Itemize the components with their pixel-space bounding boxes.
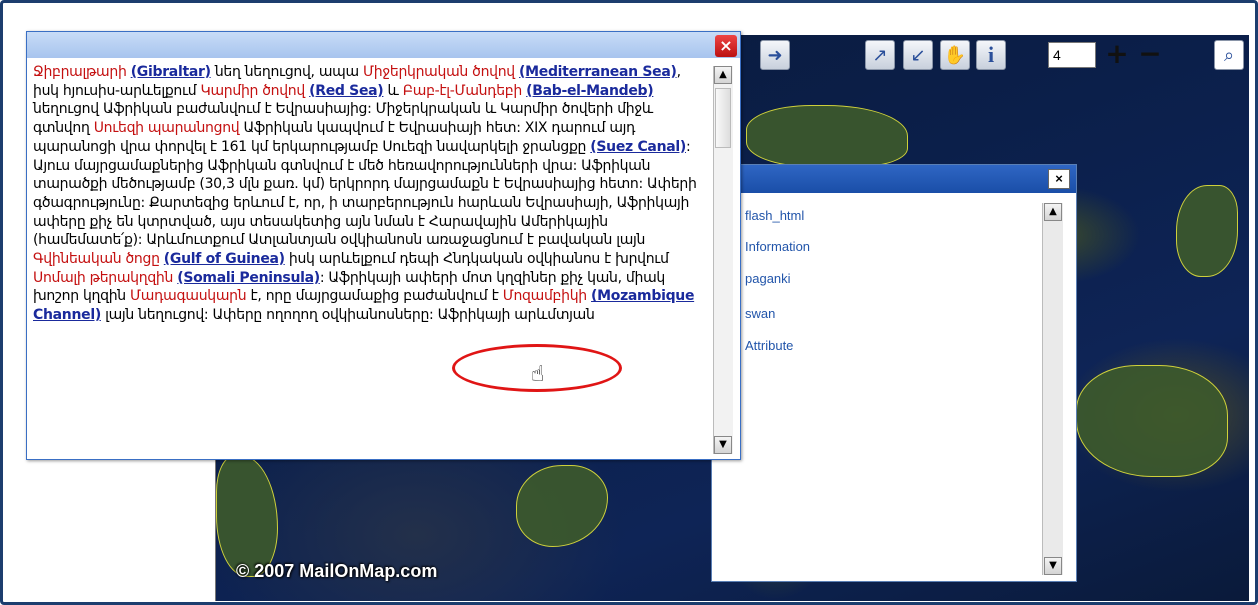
zoom-out-icon[interactable]: ↙ [903, 40, 933, 70]
pan-hand-icon[interactable]: ✋ [940, 40, 970, 70]
glossary-link[interactable]: (Somali Peninsula) [177, 270, 320, 286]
hand-cursor-icon: ☝ [531, 362, 545, 387]
scroll-thumb[interactable] [715, 88, 731, 148]
map-landmass [1076, 365, 1228, 477]
layer-item[interactable]: Attribute [745, 338, 793, 353]
scroll-up-icon[interactable]: ▲ [714, 66, 732, 84]
scroll-up-icon[interactable]: ▲ [1044, 203, 1062, 221]
layer-item[interactable]: flash_html [745, 208, 804, 223]
arrow-forward-icon[interactable]: ➜ [760, 40, 790, 70]
glossary-link[interactable]: (Suez Canal) [590, 139, 686, 155]
popup-header [27, 32, 740, 58]
zoom-level-input[interactable]: 4 [1048, 42, 1096, 68]
scroll-down-icon[interactable]: ▼ [714, 436, 732, 454]
body-text: նեղ նեղուցով, ապա [210, 64, 363, 80]
close-icon[interactable]: × [1048, 169, 1070, 189]
info-icon[interactable]: i [976, 40, 1006, 70]
highlighted-term: Կարմիր ծովով [200, 82, 306, 99]
highlighted-term: Գվինեական ծոցը [33, 251, 160, 268]
body-text: լայն նեղուցով: Ափերը ողողող օվկիանոսները… [100, 307, 595, 324]
layer-panel-scrollbar[interactable]: ▲ ▼ [1042, 203, 1063, 575]
map-toolbar: ➜ ↗ ↙ ✋ i 4 + − ⌕ [740, 38, 1250, 74]
highlighted-term: Մադագասկարն [130, 288, 247, 305]
glossary-link[interactable]: (Gibraltar) [131, 64, 211, 80]
scroll-down-icon[interactable]: ▼ [1044, 557, 1062, 575]
body-text: իսկ արևելքում դեպի Հնդկական օվկիանոս է խ… [284, 251, 669, 268]
body-text: : Այուս մայրցամաքներից Աֆրիկան գտնվում է… [33, 138, 697, 249]
map-landmass [516, 465, 608, 547]
glossary-link[interactable]: (Bab-el-Mandeb) [526, 83, 654, 99]
highlighted-term: Բաբ-էլ-Մանդեբի [402, 82, 522, 99]
layer-item[interactable]: paganki [745, 271, 791, 286]
magnifier-icon[interactable]: ⌕ [1214, 40, 1244, 70]
map-landmass [216, 455, 278, 577]
layer-panel-title: o × [712, 165, 1076, 193]
zoom-in-icon[interactable]: ↗ [865, 40, 895, 70]
map-landmass [746, 105, 908, 167]
map-copyright: © 2007 MailOnMap.com [236, 561, 438, 581]
glossary-link[interactable]: (Gulf of Guinea) [164, 251, 285, 267]
body-text: է, որը մայրցամաքից բաժանվում է [246, 288, 503, 305]
highlighted-term: Ջիբրալթարի [33, 64, 131, 80]
zoom-plus-button[interactable]: + [1104, 40, 1130, 70]
close-icon[interactable]: × [715, 35, 737, 57]
layer-item[interactable]: Information [745, 239, 810, 254]
glossary-link[interactable]: (Red Sea) [309, 83, 384, 99]
highlighted-term: Մոզամբիկի [502, 288, 587, 305]
highlighted-term: Միջերկրական ծովով [363, 64, 515, 80]
map-landmass [1176, 185, 1238, 277]
layer-item[interactable]: swan [745, 306, 775, 321]
body-text: և [383, 82, 403, 99]
layer-panel: o × flash_html Information paganki swan … [711, 164, 1077, 582]
zoom-minus-button[interactable]: − [1137, 40, 1163, 70]
popup-scrollbar[interactable]: ▲ ▼ [713, 66, 733, 454]
popup-text: Ջիբրալթարի (Gibraltar) նեղ նեղուցով, ապա… [33, 63, 709, 325]
highlighted-term: Սոմալի թերակղզին [33, 269, 174, 286]
info-popup: × Ջիբրալթարի (Gibraltar) նեղ նեղուցով, ա… [26, 31, 741, 460]
highlighted-term: Սուեզի պարանոցով [93, 120, 240, 137]
glossary-link[interactable]: (Mediterranean Sea) [519, 64, 677, 80]
